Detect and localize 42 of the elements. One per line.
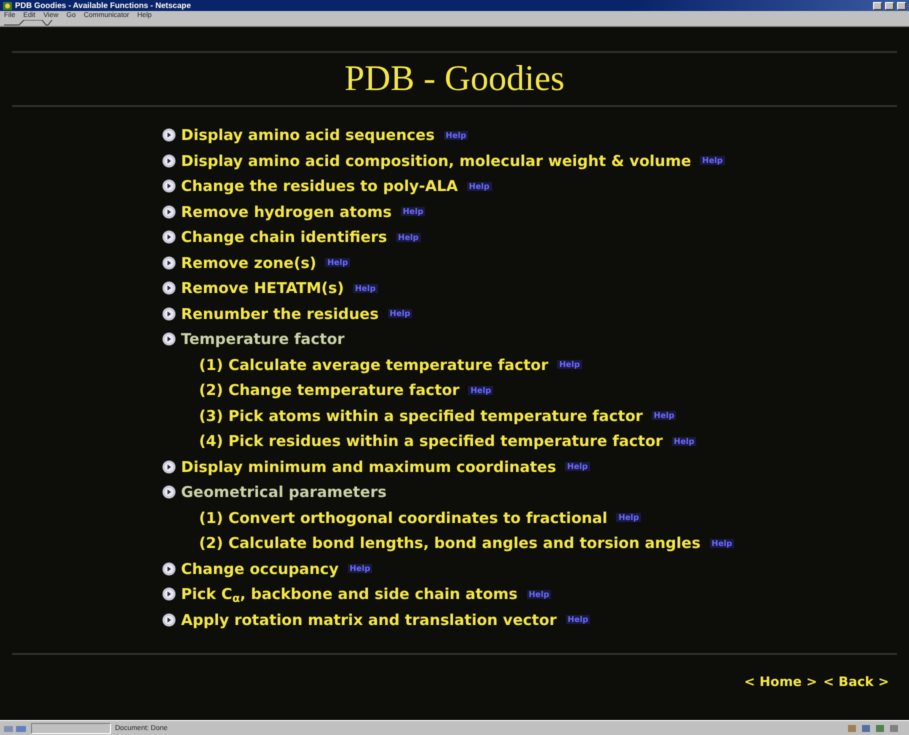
- help-link[interactable]: Help: [526, 590, 552, 599]
- help-link[interactable]: Help: [700, 156, 725, 166]
- function-link[interactable]: Display amino acid sequences: [181, 126, 435, 144]
- help-link[interactable]: Help: [396, 232, 421, 242]
- help-link[interactable]: Help: [348, 564, 372, 574]
- function-link[interactable]: Change chain identifiers: [181, 228, 388, 246]
- group-heading: Temperature factor: [181, 330, 345, 348]
- help-link[interactable]: Help: [565, 462, 590, 472]
- function-link[interactable]: Remove zone(s): [181, 254, 316, 272]
- help-link[interactable]: Help: [468, 386, 494, 395]
- function-link[interactable]: Renumber the residues: [181, 304, 379, 323]
- help-link[interactable]: Help: [566, 615, 590, 624]
- help-link[interactable]: Help: [710, 538, 734, 548]
- nav-link-text[interactable]: < Home >: [744, 674, 818, 690]
- function-link[interactable]: Display amino acid composition, molecular weight & volume: [181, 152, 692, 170]
- function-link[interactable]: Change the residues to poly-ALA: [181, 177, 458, 196]
- function-link[interactable]: (4) Pick residues within a specified temperature factor: [199, 432, 663, 450]
- group-heading: Geometrical parameters: [181, 483, 387, 502]
- function-link[interactable]: Change occupancy: [181, 560, 339, 578]
- function-link[interactable]: Pick C$_{α}$, backbone and side chain atoms: [181, 585, 518, 604]
- function-link[interactable]: Display minimum and maximum coordinates: [181, 458, 556, 476]
- help-link[interactable]: Help: [616, 513, 642, 522]
- function-link[interactable]: Remove HETATM(s): [181, 279, 344, 298]
- help-link[interactable]: Help: [444, 130, 468, 140]
- page-heading: PDB - Goodies: [343, 59, 566, 99]
- help-link[interactable]: Help: [652, 411, 676, 420]
- function-link[interactable]: (1) Calculate average temperature factor: [199, 356, 548, 374]
- help-link[interactable]: Help: [557, 360, 582, 370]
- function-link[interactable]: (2) Calculate bond lengths, bond angles and torsion angles: [199, 534, 701, 552]
- help-link[interactable]: Help: [672, 436, 696, 446]
- nav-link-text[interactable]: < Back >: [823, 674, 889, 690]
- function-link[interactable]: (1) Convert orthogonal coordinates to fractional: [199, 508, 608, 527]
- function-link[interactable]: (3) Pick atoms within a specified temperature factor: [199, 406, 643, 425]
- help-link[interactable]: Help: [400, 207, 426, 216]
- help-link[interactable]: Help: [352, 284, 378, 293]
- help-link[interactable]: Help: [325, 258, 350, 268]
- help-link[interactable]: Help: [388, 309, 412, 318]
- function-link[interactable]: Remove hydrogen atoms: [181, 202, 392, 221]
- window-title: PDB Goodies - Available Functions - Netscape: [15, 1, 192, 10]
- function-link[interactable]: Apply rotation matrix and translation vector: [181, 610, 557, 629]
- function-link[interactable]: (2) Change temperature factor: [199, 381, 460, 400]
- help-link[interactable]: Help: [466, 182, 492, 191]
